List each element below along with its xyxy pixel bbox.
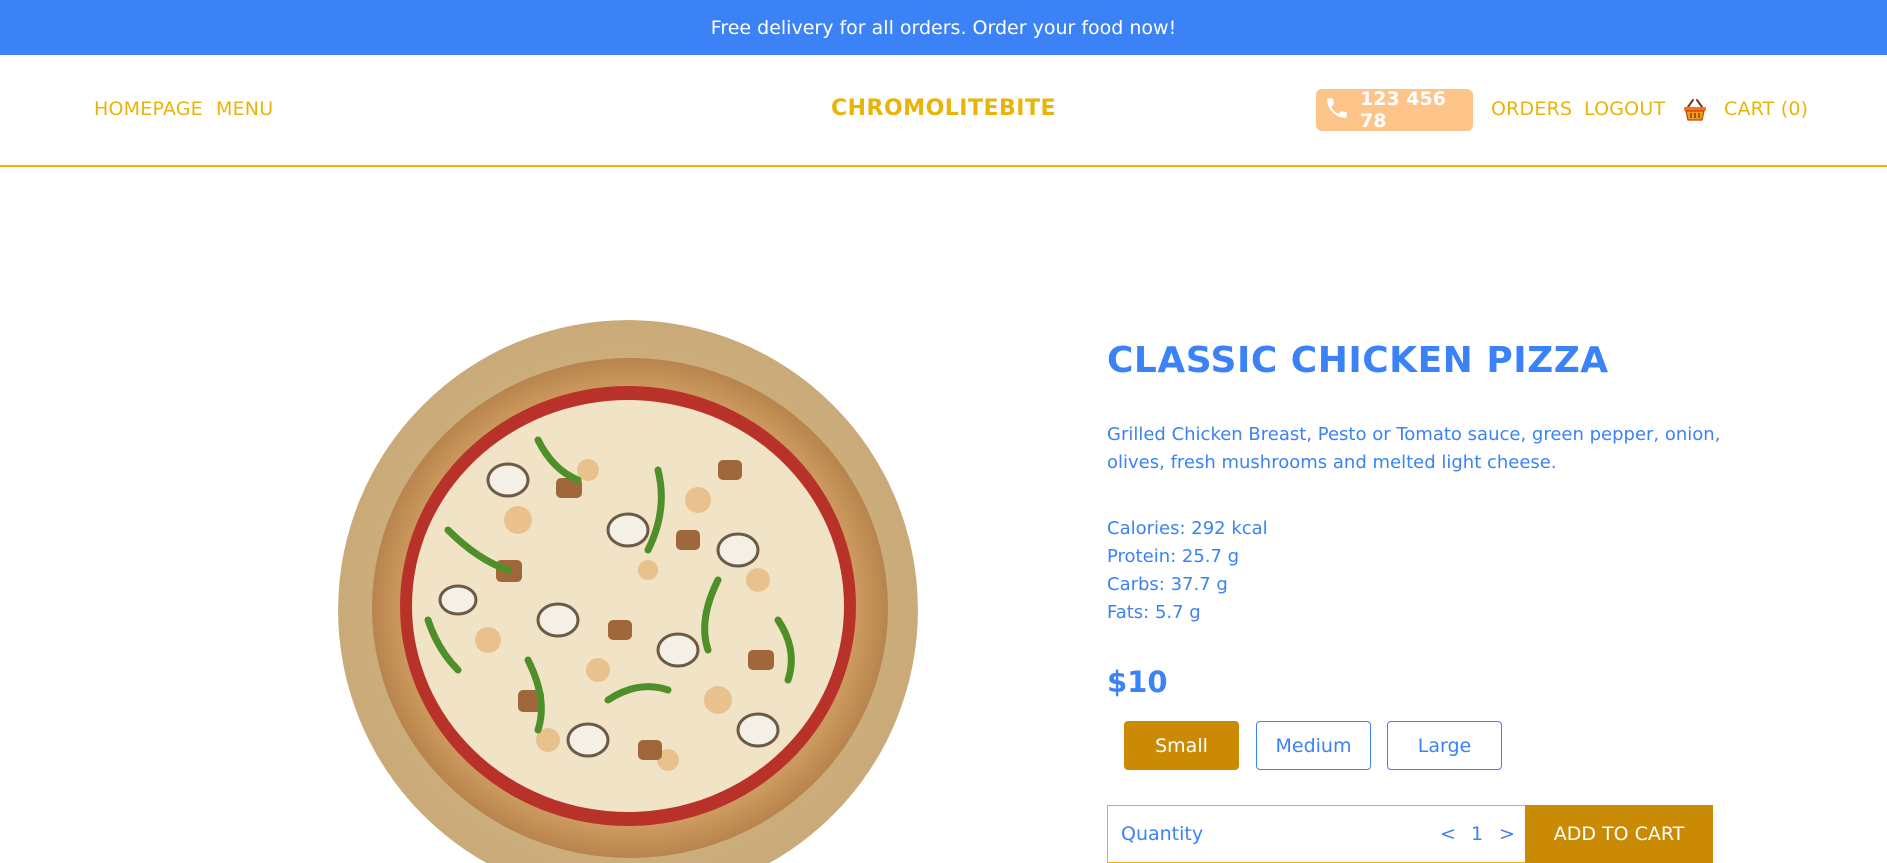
promo-text: Free delivery for all orders. Order your… bbox=[710, 16, 1177, 39]
quantity-stepper: Quantity < 1 > bbox=[1107, 805, 1525, 863]
nutrition-facts: Calories: 292 kcal Protein: 25.7 g Carbs… bbox=[1107, 515, 1268, 627]
promo-banner: Free delivery for all orders. Order your… bbox=[0, 0, 1887, 55]
quantity-value: 1 bbox=[1471, 823, 1484, 845]
add-to-cart-button[interactable]: ADD TO CART bbox=[1525, 805, 1713, 863]
product-price: $10 bbox=[1107, 665, 1168, 699]
size-medium-button[interactable]: Medium bbox=[1256, 721, 1371, 770]
phone-number: 123 456 78 bbox=[1360, 88, 1446, 132]
navbar: HOMEPAGE MENU CHROMOLITEBITE 123 456 78 … bbox=[0, 55, 1887, 167]
phone-icon bbox=[1324, 95, 1350, 126]
phone-button[interactable]: 123 456 78 bbox=[1316, 88, 1473, 132]
size-small-button[interactable]: Small bbox=[1124, 721, 1239, 770]
nutrition-protein: Protein: 25.7 g bbox=[1107, 546, 1240, 567]
nutrition-calories: Calories: 292 kcal bbox=[1107, 518, 1268, 539]
pizza-image bbox=[338, 320, 918, 863]
product-description: Grilled Chicken Breast, Pesto or Tomato … bbox=[1107, 424, 1721, 473]
size-large-button[interactable]: Large bbox=[1387, 721, 1502, 770]
nutrition-fats: Fats: 5.7 g bbox=[1107, 602, 1201, 623]
quantity-increment-button[interactable]: > bbox=[1499, 823, 1515, 845]
nutrition-carbs: Carbs: 37.7 g bbox=[1107, 574, 1228, 595]
nav-logout-link[interactable]: LOGOUT bbox=[1584, 98, 1665, 120]
nav-cart-link[interactable]: CART (0) bbox=[1724, 98, 1808, 120]
basket-icon[interactable] bbox=[1682, 97, 1708, 123]
nav-orders-link[interactable]: ORDERS bbox=[1491, 98, 1572, 120]
product-title: CLASSIC CHICKEN PIZZA bbox=[1107, 340, 1609, 381]
quantity-decrement-button[interactable]: < bbox=[1440, 823, 1456, 845]
nav-homepage-link[interactable]: HOMEPAGE bbox=[94, 98, 203, 120]
nav-menu-link[interactable]: MENU bbox=[216, 98, 273, 120]
quantity-label: Quantity bbox=[1121, 823, 1204, 845]
